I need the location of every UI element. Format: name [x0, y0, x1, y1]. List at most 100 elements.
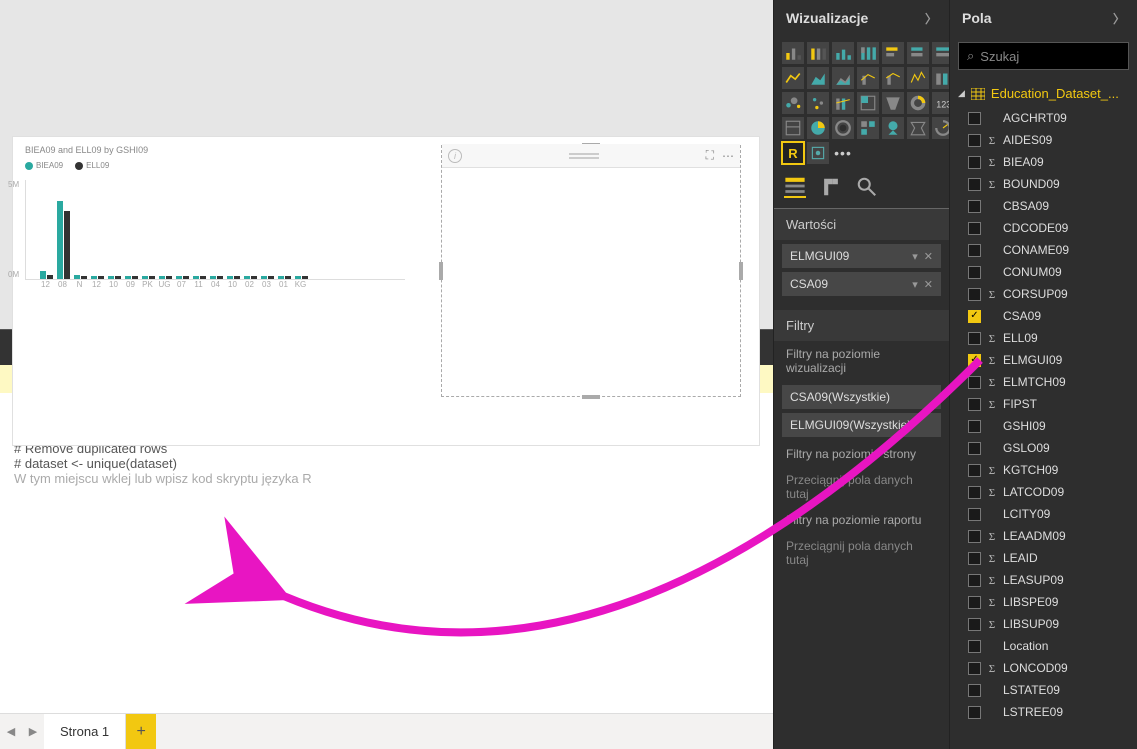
field-menu-icon[interactable]: ▾: [912, 250, 918, 263]
vis-type-icon[interactable]: [907, 67, 929, 89]
field-row[interactable]: ΣELMTCH09: [950, 371, 1137, 393]
field-row[interactable]: ΣELL09: [950, 327, 1137, 349]
remove-field-icon[interactable]: ✕: [924, 250, 933, 263]
field-row[interactable]: ΣCSA09: [950, 305, 1137, 327]
vis-type-icon[interactable]: [782, 92, 804, 114]
filter-chip[interactable]: ELMGUI09(Wszystkie): [782, 413, 941, 437]
table-header[interactable]: ◢ Education_Dataset_...: [950, 80, 1137, 107]
report-canvas[interactable]: BIEA09 and ELL09 by GSHI09 BIEA09 ELL09 …: [12, 136, 760, 446]
field-checkbox[interactable]: [968, 552, 981, 565]
field-row[interactable]: ΣCDCODE09: [950, 217, 1137, 239]
field-row[interactable]: ΣLATCOD09: [950, 481, 1137, 503]
field-checkbox[interactable]: [968, 530, 981, 543]
field-checkbox[interactable]: [968, 244, 981, 257]
field-checkbox[interactable]: [968, 266, 981, 279]
field-row[interactable]: ΣCONUM09: [950, 261, 1137, 283]
search-input[interactable]: ⌕ Szukaj: [958, 42, 1129, 70]
field-row[interactable]: ΣLSTATE09: [950, 679, 1137, 701]
vis-type-icon[interactable]: [807, 42, 829, 64]
field-checkbox[interactable]: [968, 354, 981, 367]
vis-type-icon[interactable]: [857, 42, 879, 64]
vis-type-icon[interactable]: [807, 117, 829, 139]
field-checkbox[interactable]: [968, 420, 981, 433]
bar-chart-visual[interactable]: BIEA09 and ELL09 by GSHI09 BIEA09 ELL09 …: [25, 145, 405, 305]
field-checkbox[interactable]: [968, 618, 981, 631]
field-checkbox[interactable]: [968, 706, 981, 719]
field-checkbox[interactable]: [968, 178, 981, 191]
field-row[interactable]: ΣELMGUI09: [950, 349, 1137, 371]
vis-type-icon[interactable]: [782, 67, 804, 89]
fields-panel-header[interactable]: Pola〉: [950, 0, 1137, 36]
focus-mode-icon[interactable]: ⛶: [706, 148, 714, 163]
remove-field-icon[interactable]: ✕: [924, 278, 933, 291]
field-checkbox[interactable]: [968, 486, 981, 499]
field-checkbox[interactable]: [968, 398, 981, 411]
format-tab-icon[interactable]: [820, 176, 842, 198]
field-checkbox[interactable]: [968, 222, 981, 235]
field-row[interactable]: ΣAIDES09: [950, 129, 1137, 151]
field-checkbox[interactable]: [968, 464, 981, 477]
vis-type-icon[interactable]: [882, 92, 904, 114]
field-row[interactable]: ΣLONCOD09: [950, 657, 1137, 679]
field-checkbox[interactable]: [968, 134, 981, 147]
tab-prev-icon[interactable]: ◀: [0, 714, 22, 749]
vis-type-icon[interactable]: •••: [832, 142, 854, 164]
field-row[interactable]: ΣLIBSUP09: [950, 613, 1137, 635]
field-row[interactable]: ΣLEAADM09: [950, 525, 1137, 547]
field-checkbox[interactable]: [968, 156, 981, 169]
field-row[interactable]: ΣBIEA09: [950, 151, 1137, 173]
field-menu-icon[interactable]: ▾: [912, 278, 918, 291]
vis-type-icon[interactable]: [882, 67, 904, 89]
field-row[interactable]: ΣLSTREE09: [950, 701, 1137, 723]
vis-type-icon[interactable]: [882, 42, 904, 64]
field-checkbox[interactable]: [968, 662, 981, 675]
vis-type-icon[interactable]: [907, 92, 929, 114]
field-checkbox[interactable]: [968, 684, 981, 697]
field-row[interactable]: ΣLEAID: [950, 547, 1137, 569]
more-options-icon[interactable]: ⋯: [722, 149, 734, 163]
filters-report-drop[interactable]: Przeciągnij pola danych tutaj: [774, 533, 949, 573]
field-row[interactable]: ΣBOUND09: [950, 173, 1137, 195]
vis-type-icon[interactable]: [782, 42, 804, 64]
vis-type-icon[interactable]: [857, 92, 879, 114]
field-checkbox[interactable]: [968, 332, 981, 345]
field-row[interactable]: ΣFIPST: [950, 393, 1137, 415]
field-row[interactable]: ΣLocation: [950, 635, 1137, 657]
vis-type-icon[interactable]: [807, 92, 829, 114]
analytics-tab-icon[interactable]: [856, 176, 878, 198]
field-checkbox[interactable]: [968, 310, 981, 323]
field-row[interactable]: ΣAGCHRT09: [950, 107, 1137, 129]
field-checkbox[interactable]: [968, 200, 981, 213]
field-checkbox[interactable]: [968, 574, 981, 587]
field-checkbox[interactable]: [968, 442, 981, 455]
r-script-visual[interactable]: i ⛶ ⋯: [441, 145, 741, 397]
field-row[interactable]: ΣLCITY09: [950, 503, 1137, 525]
vis-type-icon[interactable]: [807, 67, 829, 89]
filters-page-drop[interactable]: Przeciągnij pola danych tutaj: [774, 467, 949, 507]
field-row[interactable]: ΣCONAME09: [950, 239, 1137, 261]
field-checkbox[interactable]: [968, 288, 981, 301]
vis-type-icon[interactable]: [832, 117, 854, 139]
vis-type-icon[interactable]: [807, 142, 829, 164]
visualizations-panel-header[interactable]: Wizualizacje〉: [774, 0, 949, 36]
tab-next-icon[interactable]: ▶: [22, 714, 44, 749]
vis-type-icon[interactable]: R: [782, 142, 804, 164]
vis-type-icon[interactable]: [882, 117, 904, 139]
value-field[interactable]: ELMGUI09▾✕: [782, 244, 941, 268]
field-checkbox[interactable]: [968, 112, 981, 125]
field-row[interactable]: ΣCBSA09: [950, 195, 1137, 217]
field-row[interactable]: ΣLIBSPE09: [950, 591, 1137, 613]
vis-type-icon[interactable]: [832, 92, 854, 114]
value-field[interactable]: CSA09▾✕: [782, 272, 941, 296]
field-row[interactable]: ΣGSHI09: [950, 415, 1137, 437]
vis-type-icon[interactable]: [782, 117, 804, 139]
vis-type-icon[interactable]: [907, 117, 929, 139]
field-row[interactable]: ΣLEASUP09: [950, 569, 1137, 591]
fields-tab-icon[interactable]: [784, 176, 806, 198]
field-row[interactable]: ΣGSLO09: [950, 437, 1137, 459]
field-checkbox[interactable]: [968, 640, 981, 653]
add-page-button[interactable]: +: [126, 714, 156, 749]
vis-type-icon[interactable]: [857, 117, 879, 139]
page-tab[interactable]: Strona 1: [44, 714, 126, 749]
field-checkbox[interactable]: [968, 508, 981, 521]
